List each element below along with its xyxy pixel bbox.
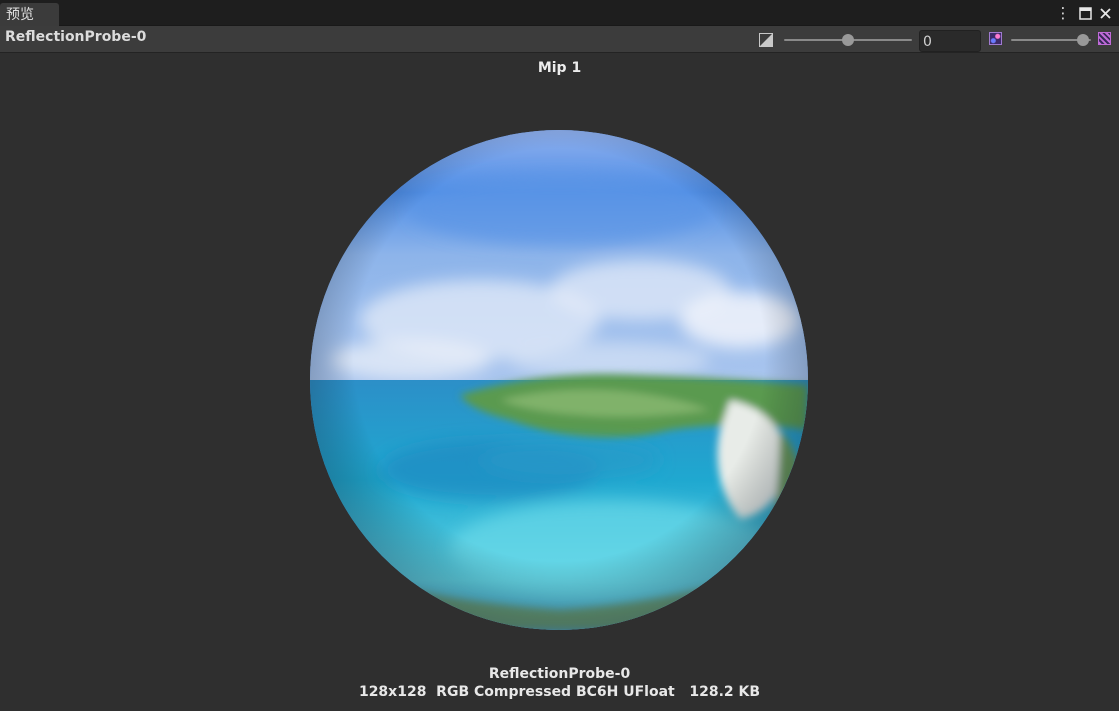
asset-title: ReflectionProbe-0 xyxy=(5,29,147,45)
tab-preview[interactable]: 预览 xyxy=(0,3,59,26)
texture-details-label: 128x128 RGB Compressed BC6H UFloat 128.2… xyxy=(358,684,761,700)
tab-strip: 预览 ⋮ xyxy=(0,0,1119,26)
mip-small-icon xyxy=(989,32,1002,45)
mip-level-slider[interactable] xyxy=(1011,32,1091,48)
exposure-slider[interactable] xyxy=(784,32,912,48)
asset-name-label: ReflectionProbe-0 xyxy=(488,666,631,682)
mip-slider-thumb[interactable] xyxy=(1077,34,1089,46)
mip-large-icon xyxy=(1098,32,1111,45)
maximize-icon[interactable] xyxy=(1076,3,1094,23)
mip-label: Mip 1 xyxy=(537,60,582,76)
exposure-slider-thumb[interactable] xyxy=(842,34,854,46)
exposure-icon xyxy=(759,33,773,47)
preview-canvas[interactable]: Mip 1 ReflectionProbe-0 128x128 RGB Comp… xyxy=(0,53,1119,711)
reflection-probe-sphere xyxy=(310,130,808,630)
more-vertical-icon[interactable]: ⋮ xyxy=(1054,3,1072,23)
exposure-value-field[interactable] xyxy=(919,30,981,52)
close-icon[interactable] xyxy=(1096,3,1114,23)
